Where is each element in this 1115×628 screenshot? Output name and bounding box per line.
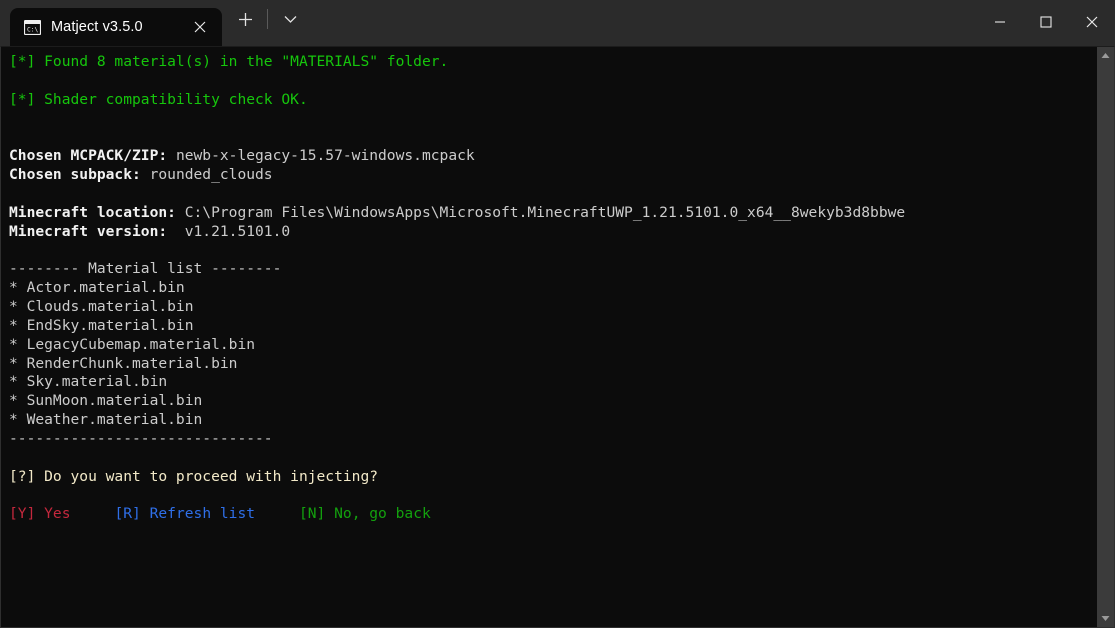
terminal-line: -------- Material list -------- — [9, 260, 1097, 279]
terminal-line: * LegacyCubemap.material.bin — [9, 336, 1097, 355]
terminal-line: * Clouds.material.bin — [9, 298, 1097, 317]
maximize-icon[interactable] — [1023, 0, 1069, 44]
terminal-text: * SunMoon.material.bin — [9, 392, 203, 410]
title-bar: C:\ Matject v3.5.0 — [0, 0, 1115, 46]
terminal-text: * Weather.material.bin — [9, 411, 203, 429]
terminal-line: [*] Found 8 material(s) in the "MATERIAL… — [9, 53, 1097, 72]
terminal-line: * Weather.material.bin — [9, 411, 1097, 430]
terminal-text: [Y] Yes — [9, 505, 71, 523]
terminal-text: C:\Program Files\WindowsApps\Microsoft.M… — [175, 203, 906, 221]
terminal-body[interactable]: [*] Found 8 material(s) in the "MATERIAL… — [0, 46, 1115, 628]
terminal-line: ------------------------------ — [9, 430, 1097, 449]
tab-matject[interactable]: C:\ Matject v3.5.0 — [10, 8, 222, 46]
tab-bar-actions — [228, 0, 307, 46]
terminal-text: Minecraft location: — [9, 203, 176, 221]
terminal-text: rounded_clouds — [140, 166, 273, 184]
svg-text:C:\: C:\ — [27, 26, 38, 33]
terminal-text: [*] Found 8 material(s) in the "MATERIAL… — [9, 53, 449, 70]
terminal-line: * EndSky.material.bin — [9, 317, 1097, 336]
terminal-output: [*] Found 8 material(s) in the "MATERIAL… — [1, 47, 1097, 627]
terminal-line: * SunMoon.material.bin — [9, 392, 1097, 411]
terminal-text: ------------------------------ — [9, 429, 273, 447]
terminal-line: Chosen MCPACK/ZIP: newb-x-legacy-15.57-w… — [9, 147, 1097, 166]
terminal-text: * RenderChunk.material.bin — [9, 354, 238, 372]
new-tab-icon[interactable] — [228, 3, 262, 35]
terminal-text: Chosen subpack: — [9, 166, 141, 184]
terminal-text: [N] No, go back — [298, 505, 431, 523]
tab-title: Matject v3.5.0 — [51, 19, 143, 35]
terminal-text: * Clouds.material.bin — [9, 297, 194, 315]
terminal-line: [Y] Yes [R] Refresh list [N] No, go back — [9, 505, 1097, 524]
terminal-text: -------- Material list -------- — [9, 260, 282, 278]
terminal-line: * Sky.material.bin — [9, 373, 1097, 392]
tab-strip: C:\ Matject v3.5.0 — [0, 0, 307, 46]
chevron-down-icon[interactable] — [273, 3, 307, 35]
terminal-line: Minecraft location: C:\Program Files\Win… — [9, 204, 1097, 223]
close-icon[interactable] — [1069, 0, 1115, 44]
terminal-window: C:\ Matject v3.5.0 [*] Found 8 material(… — [0, 0, 1115, 628]
scroll-down-arrow-icon[interactable] — [1097, 610, 1114, 627]
terminal-text: * EndSky.material.bin — [9, 316, 194, 334]
minimize-icon[interactable] — [977, 0, 1023, 44]
terminal-line: Minecraft version: v1.21.5101.0 — [9, 223, 1097, 242]
terminal-line: [*] Shader compatibility check OK. — [9, 91, 1097, 110]
console-window-icon: C:\ — [23, 19, 42, 35]
terminal-text: * Sky.material.bin — [9, 373, 168, 391]
terminal-scrollbar[interactable] — [1097, 47, 1114, 627]
window-caption-buttons — [977, 0, 1115, 44]
terminal-text: [*] Shader compatibility check OK. — [9, 90, 308, 108]
scroll-up-arrow-icon[interactable] — [1097, 47, 1114, 64]
scrollbar-track[interactable] — [1097, 64, 1114, 610]
terminal-text: * Actor.material.bin — [9, 279, 185, 297]
terminal-text: [?] Do you want to proceed with injectin… — [9, 467, 379, 485]
terminal-text: newb-x-legacy-15.57-windows.mcpack — [167, 147, 475, 165]
terminal-text: Minecraft version: — [9, 222, 168, 240]
terminal-text: v1.21.5101.0 — [167, 222, 291, 240]
tab-bar-divider — [267, 9, 268, 29]
terminal-text: Chosen MCPACK/ZIP: — [9, 147, 168, 165]
terminal-line: [?] Do you want to proceed with injectin… — [9, 468, 1097, 487]
terminal-text: [R] Refresh list — [114, 505, 256, 523]
terminal-line: * Actor.material.bin — [9, 279, 1097, 298]
tab-close-icon[interactable] — [186, 14, 214, 40]
terminal-line: * RenderChunk.material.bin — [9, 355, 1097, 374]
terminal-text: * LegacyCubemap.material.bin — [9, 335, 256, 353]
terminal-line: Chosen subpack: rounded_clouds — [9, 166, 1097, 185]
